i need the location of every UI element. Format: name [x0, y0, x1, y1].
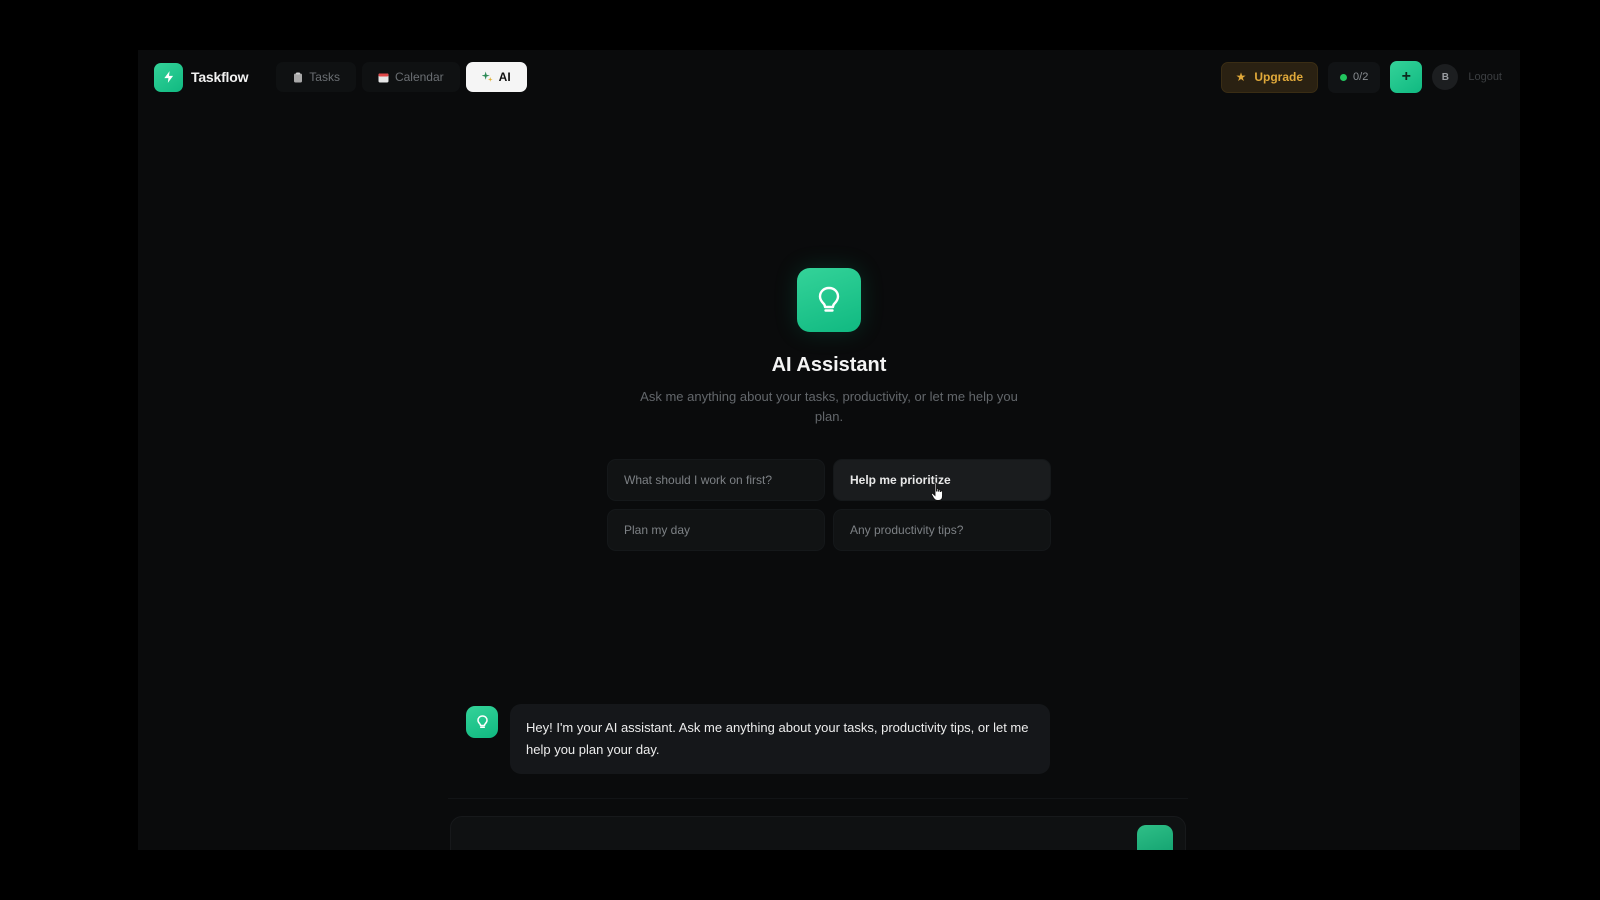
- logout-button[interactable]: Logout: [1468, 71, 1502, 83]
- tab-calendar-label: Calendar: [394, 70, 444, 84]
- hand-cursor-icon: [930, 482, 943, 501]
- suggestion-grid: What should I work on first? Help me pri…: [607, 459, 1051, 551]
- send-button[interactable]: [1137, 825, 1173, 850]
- composer-divider: [448, 798, 1188, 799]
- lightbulb-icon: [797, 268, 861, 332]
- lightbulb-icon: [466, 706, 498, 738]
- ai-assistant-hero: AI Assistant Ask me anything about your …: [138, 268, 1520, 551]
- tab-ai[interactable]: AI: [465, 62, 527, 92]
- star-icon: ★: [1235, 70, 1247, 84]
- suggestion-prioritize[interactable]: Help me prioritize: [833, 459, 1051, 501]
- add-button[interactable]: +: [1390, 61, 1423, 93]
- chat-message: Hey! I'm your AI assistant. Ask me anyth…: [466, 704, 1050, 774]
- suggestion-work-first[interactable]: What should I work on first?: [607, 459, 825, 501]
- plus-icon: +: [1401, 68, 1412, 85]
- upgrade-label: Upgrade: [1254, 70, 1304, 84]
- page-title: AI Assistant: [771, 354, 887, 376]
- status-dot-icon: [1340, 73, 1348, 81]
- usage-indicator: 0/2: [1328, 61, 1381, 93]
- tab-tasks[interactable]: Tasks: [276, 62, 356, 92]
- avatar-initial: B: [1441, 71, 1449, 83]
- page-subtitle: Ask me anything about your tasks, produc…: [640, 389, 1018, 424]
- calendar-icon: [378, 72, 389, 83]
- top-nav-bar: Taskflow Tasks Calendar AI ★ Upgrade 0/2…: [138, 50, 1520, 104]
- usage-count: 0/2: [1353, 71, 1369, 83]
- app-window: Taskflow Tasks Calendar AI ★ Upgrade 0/2…: [138, 50, 1520, 850]
- header-actions: ★ Upgrade 0/2 + B Logout: [1220, 61, 1504, 93]
- tab-calendar[interactable]: Calendar: [361, 62, 460, 92]
- assistant-message-bubble: Hey! I'm your AI assistant. Ask me anyth…: [510, 704, 1050, 774]
- clipboard-icon: [292, 72, 303, 83]
- message-composer[interactable]: [450, 816, 1186, 850]
- lightning-icon: [154, 62, 183, 92]
- upgrade-button[interactable]: ★ Upgrade: [1220, 61, 1319, 93]
- tab-tasks-label: Tasks: [309, 70, 340, 84]
- tab-ai-label: AI: [498, 70, 511, 84]
- avatar[interactable]: B: [1432, 64, 1459, 90]
- app-name: Taskflow: [191, 69, 249, 85]
- brand[interactable]: Taskflow: [154, 62, 249, 92]
- suggestion-plan-day[interactable]: Plan my day: [607, 509, 825, 551]
- nav-tabs: Tasks Calendar AI: [276, 62, 527, 92]
- sparkles-icon: [481, 71, 493, 83]
- suggestion-productivity-tips[interactable]: Any productivity tips?: [833, 509, 1051, 551]
